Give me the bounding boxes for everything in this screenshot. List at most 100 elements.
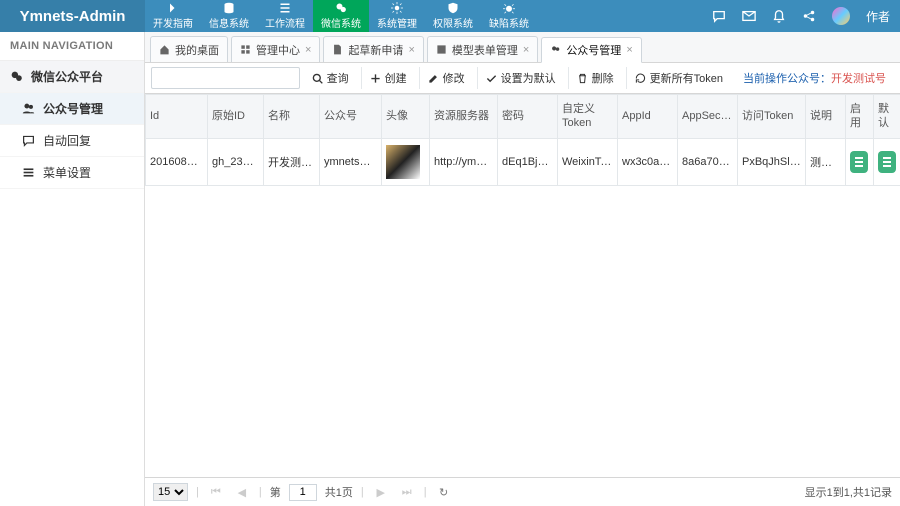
sidebar-item-autoreply[interactable]: 自动回复 xyxy=(0,125,144,157)
tab-account-mgmt[interactable]: 公众号管理× xyxy=(541,37,641,63)
th-desc[interactable]: 说明 xyxy=(806,95,846,139)
page-tabs: 我的桌面 管理中心× 起草新申请× 模型表单管理× 公众号管理× xyxy=(145,32,900,63)
refresh-token-button[interactable]: 更新所有Token xyxy=(626,67,731,89)
nav-info[interactable]: 信息系统 xyxy=(201,0,257,32)
prev-page-button[interactable]: ◀ xyxy=(233,483,251,501)
shield-icon xyxy=(447,2,459,14)
nav-wechat[interactable]: 微信系统 xyxy=(313,0,369,32)
topbar: Ymnets-Admin 开发指南 信息系统 工作流程 微信系统 系统管理 权限… xyxy=(0,0,900,32)
th-atoken[interactable]: 访问Token xyxy=(738,95,806,139)
th-id[interactable]: Id xyxy=(146,95,208,139)
table-row[interactable]: 2016081422 gh_234c610 开发测试号 ymnets@qq. h… xyxy=(146,139,900,186)
cell-acct: ymnets@qq. xyxy=(320,139,382,186)
tab-admin[interactable]: 管理中心× xyxy=(231,36,320,62)
nav-dev-guide[interactable]: 开发指南 xyxy=(145,0,201,32)
query-button[interactable]: 查询 xyxy=(304,67,357,89)
cell-pwd: dEq1BjMgm xyxy=(498,139,558,186)
avatar-image xyxy=(386,145,420,179)
cell-name: 开发测试号 xyxy=(264,139,320,186)
chevron-icon xyxy=(167,2,179,14)
comment-icon xyxy=(22,134,35,147)
page-size-select[interactable]: 15 xyxy=(153,483,188,501)
close-icon[interactable]: × xyxy=(523,44,529,56)
edit-button[interactable]: 修改 xyxy=(419,67,473,89)
sidebar-item-menu[interactable]: 菜单设置 xyxy=(0,157,144,189)
sidebar-title: MAIN NAVIGATION xyxy=(0,32,144,60)
delete-button[interactable]: 删除 xyxy=(568,67,622,89)
th-acct[interactable]: 公众号 xyxy=(320,95,382,139)
brand: Ymnets-Admin xyxy=(0,0,145,32)
th-secret[interactable]: AppSecret xyxy=(678,95,738,139)
sidebar: MAIN NAVIGATION 微信公众平台 公众号管理 自动回复 菜单设置 xyxy=(0,32,145,506)
form-icon xyxy=(436,44,447,55)
reload-button[interactable]: ↻ xyxy=(435,483,453,501)
cell-orig: gh_234c610 xyxy=(208,139,264,186)
wechat-icon xyxy=(335,2,347,14)
pager-summary: 显示1到1,共1记录 xyxy=(805,484,892,500)
nav-workflow[interactable]: 工作流程 xyxy=(257,0,313,32)
cell-token: WeixinToken xyxy=(558,139,618,186)
database-icon xyxy=(223,2,235,14)
page-prefix: 第 xyxy=(270,484,281,500)
cell-enable xyxy=(846,139,874,186)
enable-toggle[interactable] xyxy=(850,151,868,173)
th-token[interactable]: 自定义Token xyxy=(558,95,618,139)
users-icon xyxy=(22,102,35,115)
file-icon xyxy=(332,44,343,55)
chat-icon[interactable] xyxy=(712,9,726,23)
toolbar: 查询 创建 修改 设置为默认 删除 更新所有Token 当前操作公众号：开发测试… xyxy=(145,63,900,94)
default-button[interactable]: 设置为默认 xyxy=(477,67,564,89)
new-button[interactable]: 创建 xyxy=(361,67,415,89)
cell-secret: 8a6a708dd2 xyxy=(678,139,738,186)
th-appid[interactable]: AppId xyxy=(618,95,678,139)
cell-appid: wx3c0afacbc xyxy=(618,139,678,186)
th-name[interactable]: 名称 xyxy=(264,95,320,139)
trash-icon xyxy=(577,73,588,84)
search-input[interactable] xyxy=(151,67,300,89)
th-avatar[interactable]: 头像 xyxy=(382,95,430,139)
next-page-button[interactable]: ▶ xyxy=(372,483,390,501)
tab-draft[interactable]: 起草新申请× xyxy=(323,36,423,62)
check-icon xyxy=(486,73,497,84)
user-name[interactable]: 作者 xyxy=(866,8,890,25)
th-orig[interactable]: 原始ID xyxy=(208,95,264,139)
cell-default xyxy=(874,139,900,186)
mail-icon[interactable] xyxy=(742,9,756,23)
th-res[interactable]: 资源服务器 xyxy=(430,95,498,139)
th-pwd[interactable]: 密码 xyxy=(498,95,558,139)
nav-bug[interactable]: 缺陷系统 xyxy=(481,0,537,32)
topnav: 开发指南 信息系统 工作流程 微信系统 系统管理 权限系统 缺陷系统 xyxy=(145,0,712,32)
th-default[interactable]: 默认 xyxy=(874,95,900,139)
th-enable[interactable]: 启用 xyxy=(846,95,874,139)
wechat-icon xyxy=(10,70,23,83)
sidebar-group-wechat[interactable]: 微信公众平台 xyxy=(0,60,144,93)
bell-icon[interactable] xyxy=(772,9,786,23)
search-icon xyxy=(312,73,323,84)
tab-model[interactable]: 模型表单管理× xyxy=(427,36,538,62)
plus-icon xyxy=(370,73,381,84)
close-icon[interactable]: × xyxy=(408,44,414,56)
nav-system[interactable]: 系统管理 xyxy=(369,0,425,32)
cell-id: 2016081422 xyxy=(146,139,208,186)
cell-atoken: PxBqJhSlQjKvpCxCegHacFlolelrilcPgE xyxy=(738,139,806,186)
first-page-button[interactable]: ⏮ xyxy=(207,483,225,501)
default-toggle[interactable] xyxy=(878,151,896,173)
user-avatar[interactable] xyxy=(832,7,850,25)
sidebar-item-account[interactable]: 公众号管理 xyxy=(0,93,144,125)
close-icon[interactable]: × xyxy=(305,44,311,56)
close-icon[interactable]: × xyxy=(626,44,632,56)
dashboard-icon xyxy=(240,44,251,55)
cell-res: http://ymnets.id=2016081 xyxy=(430,139,498,186)
data-grid: Id 原始ID 名称 公众号 头像 资源服务器 密码 自定义Token AppI… xyxy=(145,94,900,186)
cell-avatar xyxy=(382,139,430,186)
last-page-button[interactable]: ⏭ xyxy=(398,483,416,501)
page-input[interactable] xyxy=(289,484,317,501)
current-account-label: 当前操作公众号：开发测试号 xyxy=(735,70,894,86)
nav-auth[interactable]: 权限系统 xyxy=(425,0,481,32)
home-icon xyxy=(159,44,170,55)
refresh-icon xyxy=(635,73,646,84)
pencil-icon xyxy=(428,73,439,84)
share-icon[interactable] xyxy=(802,9,816,23)
rightnav: 作者 xyxy=(712,0,900,32)
tab-desktop[interactable]: 我的桌面 xyxy=(150,36,228,62)
